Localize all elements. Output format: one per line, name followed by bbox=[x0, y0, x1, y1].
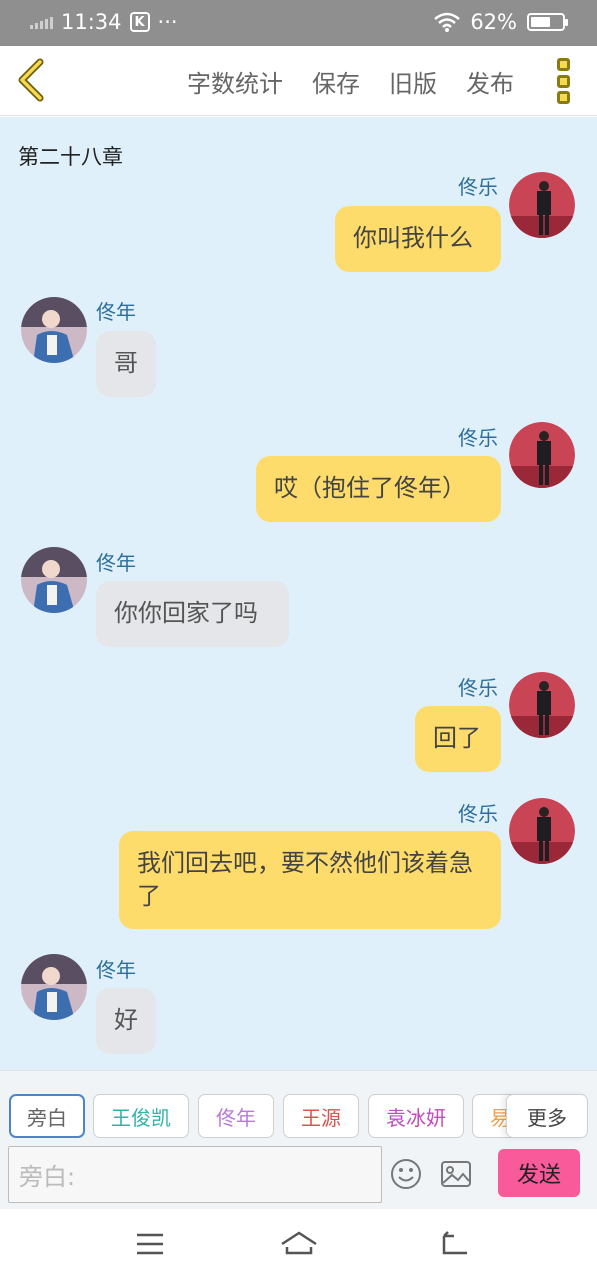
avatar-tongle[interactable] bbox=[509, 422, 575, 488]
message-bubble-other[interactable]: 好 bbox=[96, 988, 156, 1054]
back-icon[interactable] bbox=[439, 1229, 471, 1259]
sender-name: 佟乐 bbox=[458, 426, 498, 450]
role-label: 袁冰妍 bbox=[386, 1105, 446, 1130]
role-chip[interactable]: 袁冰妍 bbox=[368, 1094, 464, 1138]
message-bubble-me[interactable]: 回了 bbox=[415, 706, 501, 772]
battery-percent: 62% bbox=[470, 10, 517, 34]
avatar-tongle[interactable] bbox=[509, 172, 575, 238]
avatar-tongle[interactable] bbox=[509, 798, 575, 864]
sender-name: 佟年 bbox=[96, 958, 136, 982]
avatar-tongle[interactable] bbox=[509, 672, 575, 738]
save-button[interactable]: 保存 bbox=[312, 64, 360, 99]
sender-name: 佟乐 bbox=[458, 676, 498, 700]
role-chip[interactable]: 佟年 bbox=[198, 1094, 274, 1138]
old-version-button[interactable]: 旧版 bbox=[389, 64, 437, 99]
message-bubble-me[interactable]: 哎（抱住了佟年） bbox=[256, 456, 501, 522]
avatar-tongnian[interactable] bbox=[21, 547, 87, 613]
sender-name: 佟年 bbox=[96, 300, 136, 324]
sender-name: 佟年 bbox=[96, 551, 136, 575]
compose-panel: 旁白 王俊凯 佟年 王源 袁冰妍 易 更多 旁白: 发送 bbox=[0, 1070, 597, 1209]
avatar-tongnian[interactable] bbox=[21, 297, 87, 363]
chat-area[interactable]: 第二十八章 佟乐 你叫我什么 佟年 哥 佟乐 哎（抱住了佟年） 佟年 你你回家了… bbox=[0, 117, 597, 1070]
message-bubble-me[interactable]: 你叫我什么 bbox=[335, 206, 501, 272]
role-label: 佟年 bbox=[216, 1105, 256, 1130]
signal-icon bbox=[30, 15, 53, 29]
message-input[interactable]: 旁白: bbox=[8, 1146, 382, 1203]
back-arrow-icon[interactable] bbox=[14, 58, 50, 102]
menu-icon[interactable] bbox=[134, 1229, 166, 1259]
image-icon[interactable] bbox=[439, 1157, 473, 1191]
role-selector: 旁白 王俊凯 佟年 王源 袁冰妍 易 bbox=[9, 1094, 589, 1140]
k-app-icon: K bbox=[129, 12, 150, 32]
notification-dots: ··· bbox=[157, 10, 178, 34]
role-label: 王源 bbox=[301, 1105, 341, 1130]
top-toolbar: 字数统计 保存 旧版 发布 bbox=[0, 46, 597, 116]
role-label: 旁白 bbox=[27, 1105, 67, 1130]
battery-icon bbox=[527, 13, 568, 31]
more-roles-button[interactable]: 更多 bbox=[506, 1094, 588, 1138]
role-chip[interactable]: 王源 bbox=[283, 1094, 359, 1138]
sender-name: 佟乐 bbox=[458, 802, 498, 826]
publish-button[interactable]: 发布 bbox=[466, 64, 514, 99]
send-button[interactable]: 发送 bbox=[498, 1149, 580, 1197]
role-label: 王俊凯 bbox=[111, 1105, 171, 1130]
more-menu-icon[interactable] bbox=[557, 58, 571, 104]
status-time: 11:34 bbox=[61, 10, 122, 34]
home-icon[interactable] bbox=[280, 1229, 318, 1259]
message-bubble-other[interactable]: 你你回家了吗 bbox=[96, 581, 289, 647]
sender-name: 佟乐 bbox=[458, 175, 498, 199]
emoji-icon[interactable] bbox=[389, 1157, 423, 1191]
message-bubble-other[interactable]: 哥 bbox=[96, 331, 156, 397]
message-bubble-me[interactable]: 我们回去吧，要不然他们该着急了 bbox=[119, 831, 501, 929]
chapter-title: 第二十八章 bbox=[18, 145, 123, 169]
avatar-tongnian[interactable] bbox=[21, 954, 87, 1020]
status-bar: 11:34 K ··· 62% bbox=[0, 0, 597, 46]
role-chip[interactable]: 旁白 bbox=[9, 1094, 85, 1138]
word-count-button[interactable]: 字数统计 bbox=[187, 64, 283, 99]
system-nav-bar bbox=[0, 1209, 597, 1280]
wifi-icon bbox=[434, 12, 461, 32]
role-chip[interactable]: 王俊凯 bbox=[93, 1094, 189, 1138]
